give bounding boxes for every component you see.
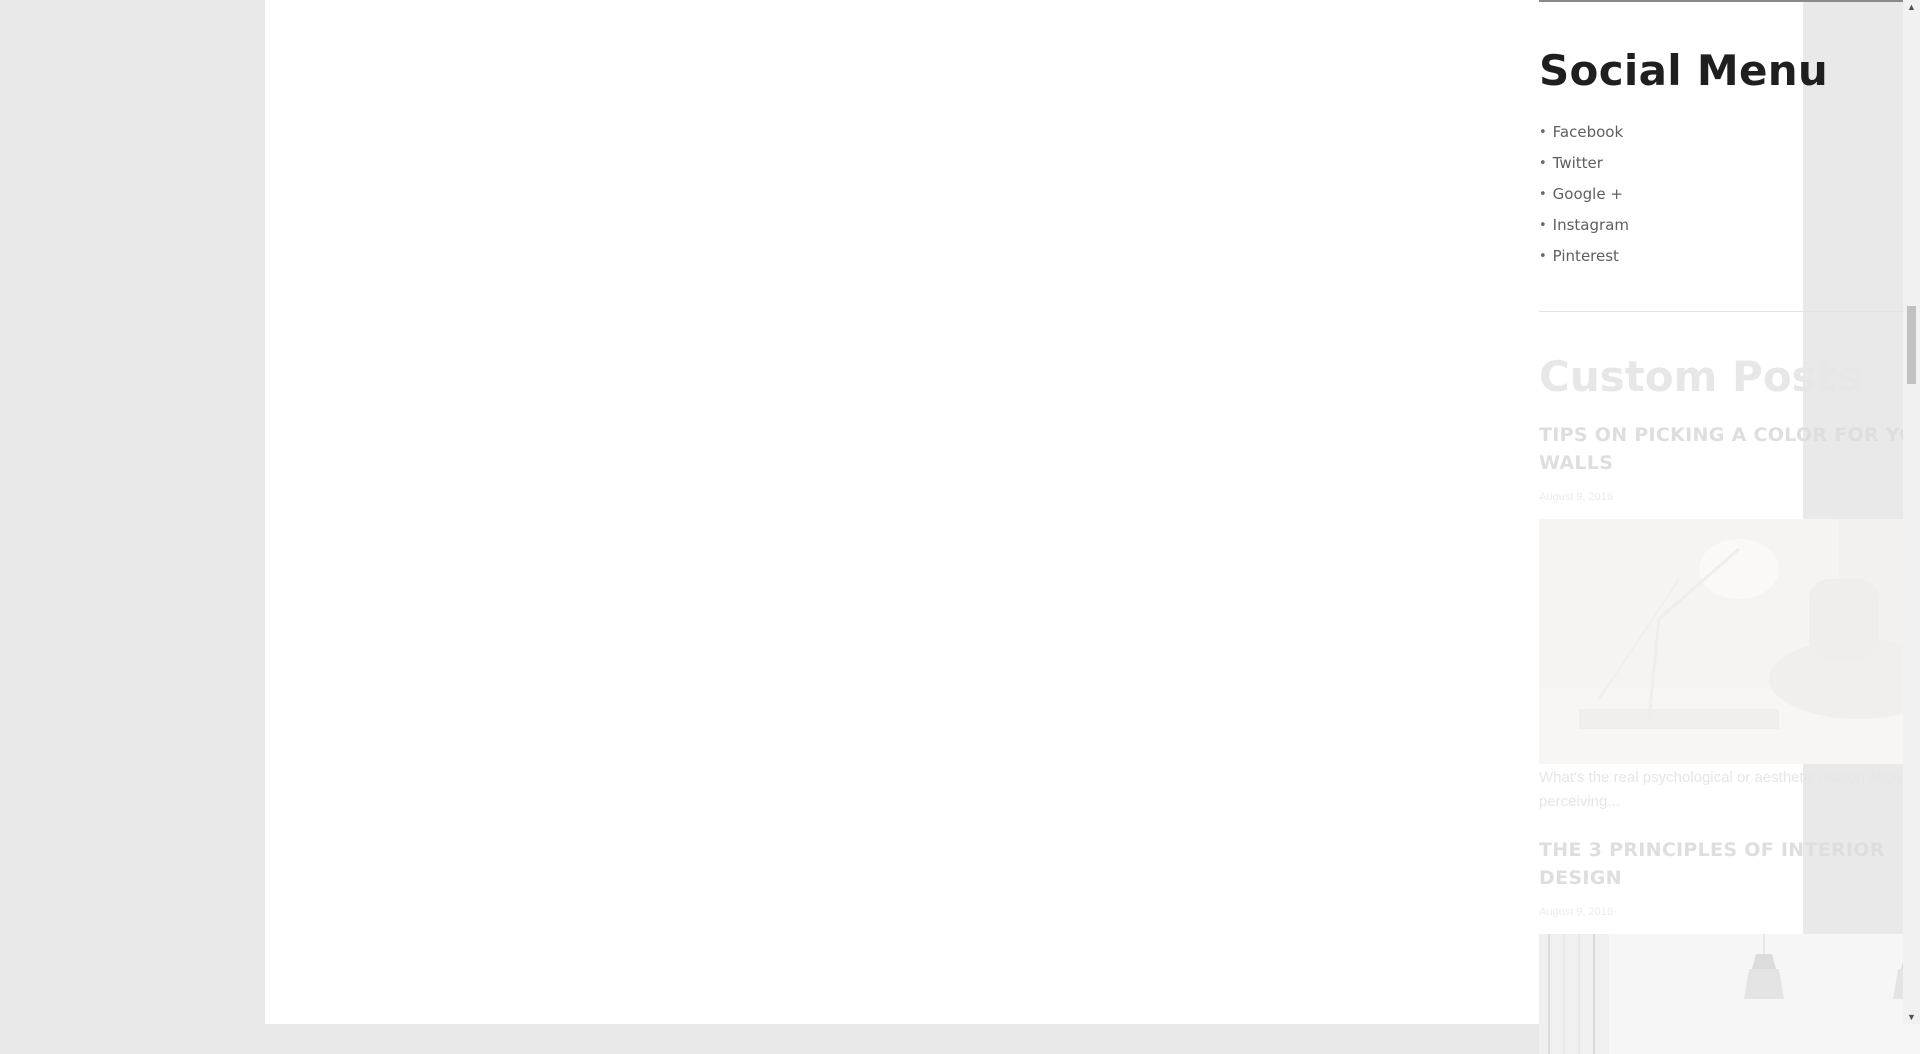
social-menu-item: • Twitter bbox=[1539, 148, 1920, 179]
scrollbar-thumb[interactable] bbox=[1907, 306, 1916, 384]
pinterest-link[interactable]: Pinterest bbox=[1553, 241, 1619, 272]
social-menu-item: • Instagram bbox=[1539, 210, 1920, 241]
social-menu-item: • Facebook bbox=[1539, 117, 1920, 148]
instagram-link[interactable]: Instagram bbox=[1553, 210, 1629, 241]
social-menu-widget: Social Menu • Facebook • Twitter • Googl… bbox=[1539, 46, 1920, 312]
social-menu-item: • Pinterest bbox=[1539, 241, 1920, 272]
custom-posts-widget: Custom Posts TIPS ON PICKING A COLOR FOR… bbox=[1539, 352, 1920, 1054]
bedroom-lamp-image bbox=[1539, 519, 1920, 764]
page-scrollbar[interactable]: ▲ ▼ bbox=[1903, 0, 1920, 1024]
custom-posts-title: Custom Posts bbox=[1539, 352, 1862, 401]
twitter-link[interactable]: Twitter bbox=[1553, 148, 1603, 179]
sidebar-divider bbox=[1539, 0, 1920, 2]
bullet-icon: • bbox=[1539, 218, 1547, 233]
post-thumbnail[interactable] bbox=[1539, 519, 1920, 764]
sidebar: Social Menu • Facebook • Twitter • Googl… bbox=[1539, 0, 1920, 1054]
bullet-icon: • bbox=[1539, 187, 1547, 202]
post-thumbnail[interactable] bbox=[1539, 934, 1920, 1054]
post-item: TIPS ON PICKING A COLOR FOR YOUR WALLS A… bbox=[1539, 421, 1920, 814]
post-date: August 9, 2016 bbox=[1539, 906, 1614, 918]
social-menu-list: • Facebook • Twitter • Google + • Instag… bbox=[1539, 117, 1920, 272]
page-content: Social Menu • Facebook • Twitter • Googl… bbox=[265, 0, 1920, 1054]
bullet-icon: • bbox=[1539, 156, 1547, 171]
facebook-link[interactable]: Facebook bbox=[1553, 117, 1623, 148]
google-plus-link[interactable]: Google + bbox=[1553, 179, 1623, 210]
social-menu-title: Social Menu bbox=[1539, 46, 1829, 95]
widget-divider bbox=[1539, 311, 1920, 312]
interior-pendant-lamps-image bbox=[1539, 934, 1920, 1054]
post-date: August 9, 2016 bbox=[1539, 491, 1614, 503]
post-title-link[interactable]: TIPS ON PICKING A COLOR FOR YOUR WALLS bbox=[1539, 421, 1920, 477]
scroll-down-arrow-icon[interactable]: ▼ bbox=[1903, 1010, 1920, 1024]
post-item: THE 3 PRINCIPLES OF INTERIOR DESIGN Augu… bbox=[1539, 836, 1920, 1054]
post-title-link[interactable]: THE 3 PRINCIPLES OF INTERIOR DESIGN bbox=[1539, 836, 1920, 892]
scroll-up-arrow-icon[interactable]: ▲ bbox=[1903, 0, 1920, 14]
bullet-icon: • bbox=[1539, 249, 1547, 264]
social-menu-item: • Google + bbox=[1539, 179, 1920, 210]
bullet-icon: • bbox=[1539, 125, 1547, 140]
post-excerpt: What's the real psychological or aesthet… bbox=[1539, 769, 1920, 810]
